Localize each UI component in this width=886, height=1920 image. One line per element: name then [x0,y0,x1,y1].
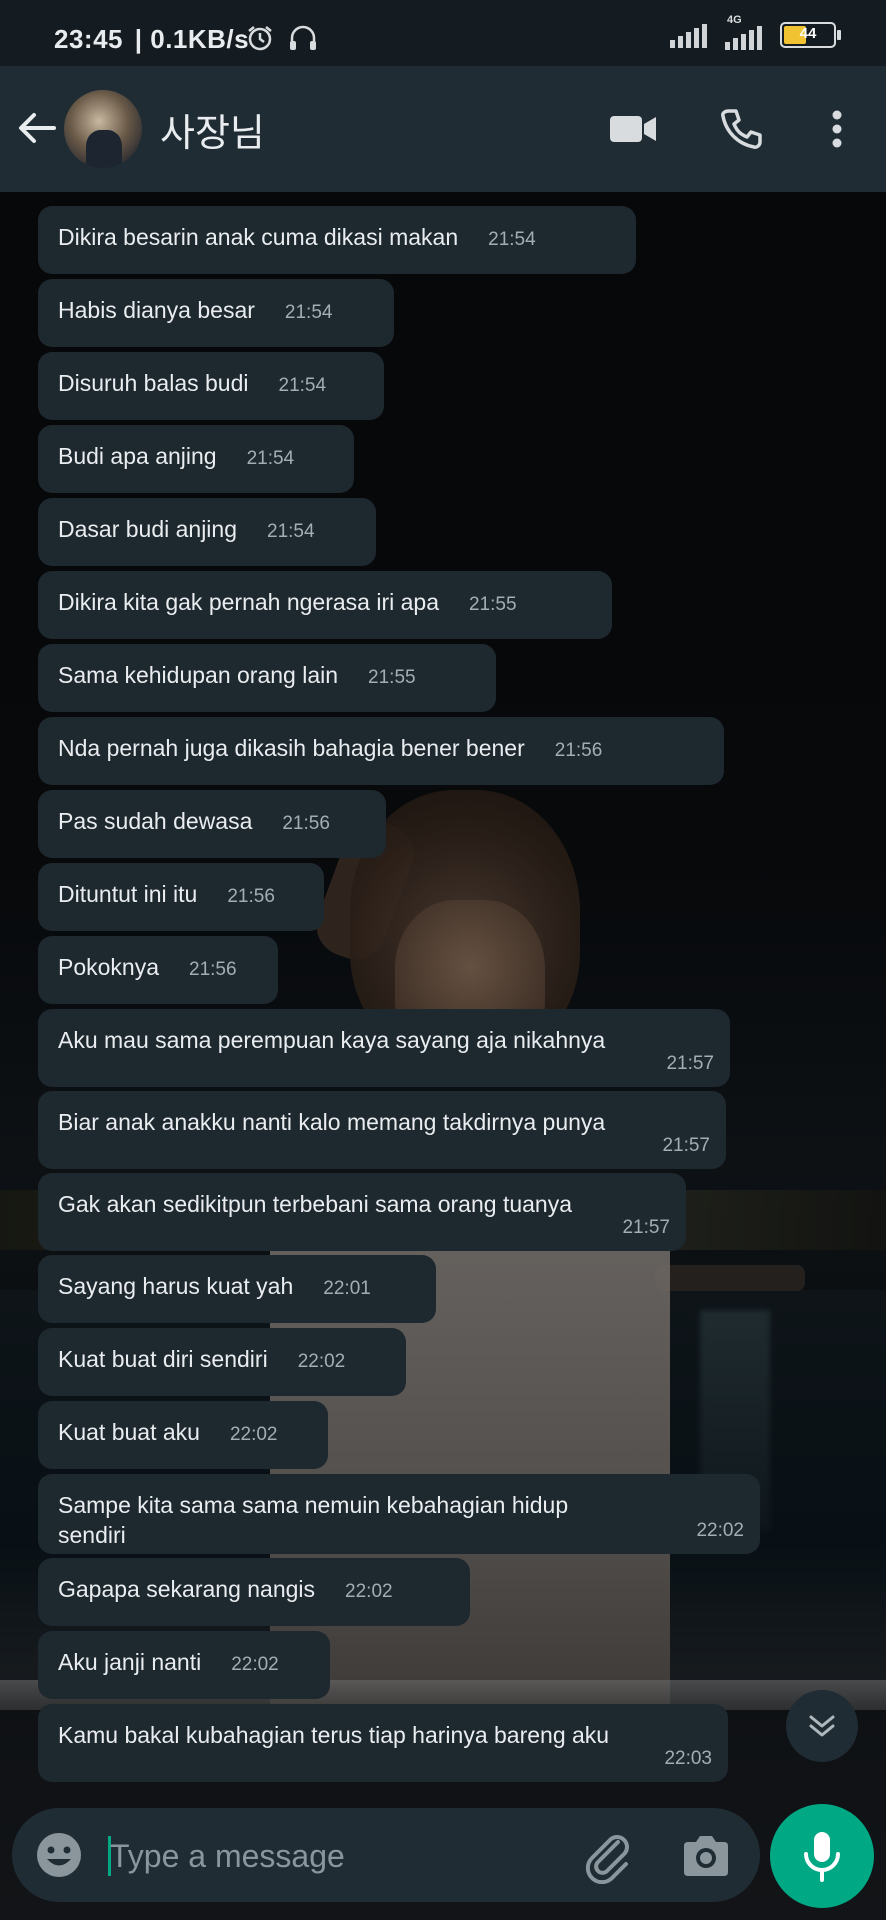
message-time: 22:03 [664,1748,712,1769]
more-options-icon[interactable] [810,102,864,156]
status-time: 23:45 | 0.1KB/s [54,24,249,55]
message-time: 21:57 [666,1053,714,1074]
message-time: 22:02 [696,1520,744,1541]
message-time: 22:02 [229,1424,278,1445]
message-time: 21:54 [246,448,295,469]
message-time: 21:57 [622,1217,670,1238]
message-bubble[interactable]: Aku mau sama perempuan kaya sayang aja n… [38,1009,730,1087]
battery-icon: 44 [780,22,841,48]
message-time: 21:55 [468,594,517,615]
message-list[interactable]: Dikira besarin anak cuma dikasi makan 21:… [0,192,886,1802]
message-time: 21:54 [488,229,536,250]
chat-header: 사장님 [0,66,886,192]
message-bubble[interactable]: Gapapa sekarang nangis 22:02 [38,1558,470,1626]
message-text: Dituntut ini itu [58,881,198,907]
message-text: Gak akan sedikitpun terbebani sama orang… [58,1191,572,1217]
message-bubble[interactable]: Kuat buat diri sendiri 22:02 [38,1328,406,1396]
message-text: Pas sudah dewasa [58,808,253,834]
message-time: 21:54 [278,375,327,396]
message-bubble[interactable]: Pokoknya 21:56 [38,936,278,1004]
message-bubble[interactable]: Aku janji nanti 22:02 [38,1631,330,1699]
message-time: 21:57 [662,1135,710,1156]
message-text: Dikira kita gak pernah ngerasa iri apa [58,589,439,615]
message-text: Aku janji nanti [58,1649,202,1675]
message-bubble[interactable]: Pas sudah dewasa 21:56 [38,790,386,858]
scroll-down-button[interactable] [786,1690,858,1762]
message-input[interactable] [108,1826,572,1886]
message-bubble[interactable]: Dituntut ini itu 21:56 [38,863,324,931]
mic-button[interactable] [770,1804,874,1908]
back-arrow-icon[interactable] [14,106,58,150]
message-bubble[interactable]: Disuruh balas budi 21:54 [38,352,384,420]
message-text: Aku mau sama perempuan kaya sayang aja n… [58,1027,606,1053]
message-bubble[interactable]: Sama kehidupan orang lain 21:55 [38,644,496,712]
message-bubble[interactable]: Sayang harus kuat yah 22:01 [38,1255,436,1323]
message-text: Kamu bakal kubahagian terus tiap harinya… [58,1722,610,1748]
message-time: 22:01 [323,1278,371,1299]
message-bubble[interactable]: Dasar budi anjing 21:54 [38,498,376,566]
network-type-label: 4G [727,14,742,26]
message-text: Disuruh balas budi [58,370,249,396]
message-bubble[interactable]: Kamu bakal kubahagian terus tiap harinya… [38,1704,728,1782]
message-time: 21:56 [554,740,603,761]
signal-icon [670,22,707,48]
contact-avatar[interactable] [64,90,142,168]
message-time: 21:54 [284,302,333,323]
voice-call-icon[interactable] [714,102,768,156]
message-time: 21:56 [282,813,330,834]
message-text: Dasar budi anjing [58,516,238,542]
message-time: 21:56 [189,959,237,980]
message-text: Budi apa anjing [58,443,217,469]
message-bubble[interactable]: Budi apa anjing 21:54 [38,425,354,493]
message-bubble[interactable]: Nda pernah juga dikasih bahagia bener be… [38,717,724,785]
battery-level: 44 [799,25,817,42]
message-text: Pokoknya [58,954,160,980]
message-text: Kuat buat diri sendiri [58,1346,268,1372]
status-bar: 23:45 | 0.1KB/s 4G 44 [0,0,886,66]
message-text: Gapapa sekarang nangis [58,1576,316,1602]
message-text: Nda pernah juga dikasih bahagia bener be… [58,735,525,761]
message-bubble[interactable]: Gak akan sedikitpun terbebani sama orang… [38,1173,686,1251]
message-bubble[interactable]: Sampe kita sama sama nemuin kebahagian h… [38,1474,760,1554]
camera-icon[interactable] [678,1828,734,1884]
message-bubble[interactable]: Biar anak anakku nanti kalo memang takdi… [38,1091,726,1169]
emoji-icon[interactable] [34,1830,84,1880]
message-time: 21:56 [227,886,275,907]
message-bubble[interactable]: Habis dianya besar 21:54 [38,279,394,347]
message-time: 22:02 [231,1654,279,1675]
message-composer [12,1808,760,1902]
message-text: Sama kehidupan orang lain [58,662,339,688]
headset-icon [290,25,316,50]
message-time: 21:54 [267,521,315,542]
contact-name[interactable]: 사장님 [160,102,265,157]
alarm-icon [248,26,272,51]
message-time: 21:55 [368,667,416,688]
message-text: Sayang harus kuat yah [58,1273,294,1299]
message-bubble[interactable]: Dikira kita gak pernah ngerasa iri apa 21… [38,571,612,639]
message-text: Kuat buat aku [58,1419,200,1445]
message-text: Biar anak anakku nanti kalo memang takdi… [58,1109,606,1135]
message-time: 22:02 [297,1351,346,1372]
message-bubble[interactable]: Kuat buat aku 22:02 [38,1401,328,1469]
message-text: Dikira besarin anak cuma dikasi makan [58,224,459,250]
message-time: 22:02 [345,1581,393,1602]
message-text: Sampe kita sama sama nemuin kebahagian h… [58,1492,569,1548]
video-call-icon[interactable] [606,102,660,156]
status-clock: 23:45 [54,24,123,54]
scroll-down-icon [809,1715,835,1737]
signal-4g-icon: 4G [725,14,762,50]
status-net-speed: | 0.1KB/s [134,24,250,54]
message-bubble[interactable]: Dikira besarin anak cuma dikasi makan 21:… [38,206,636,274]
message-text: Habis dianya besar [58,297,255,323]
attach-icon[interactable] [580,1828,636,1884]
mic-icon [804,1832,840,1882]
